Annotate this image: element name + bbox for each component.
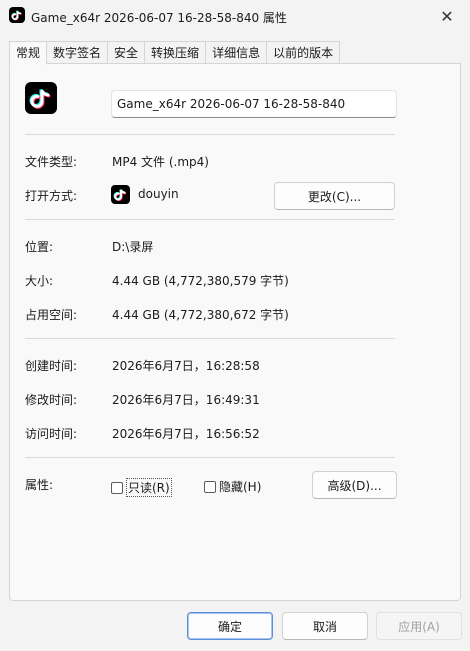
- checkbox-box[interactable]: [111, 481, 123, 494]
- tiktok-logo-icon: [25, 82, 57, 114]
- separator: [25, 457, 395, 458]
- separator: [25, 219, 395, 220]
- readonly-label: 只读(R): [126, 478, 172, 497]
- accessed-label: 访问时间:: [25, 427, 78, 441]
- disk-size-label: 占用空间:: [25, 308, 78, 322]
- attributes-label: 属性:: [25, 478, 54, 492]
- open-with-label: 打开方式:: [25, 189, 78, 203]
- window-title: Game_x64r 2026-06-07 16-28-58-840 属性: [31, 11, 287, 25]
- open-with-app-name: douyin: [138, 187, 179, 201]
- change-button[interactable]: 更改(C)...: [274, 182, 395, 210]
- created-value: 2026年6月7日，16:28:58: [112, 359, 260, 373]
- close-icon: ✕: [440, 6, 454, 26]
- close-button[interactable]: ✕: [424, 0, 470, 32]
- tiktok-logo-icon: [111, 185, 130, 204]
- cancel-button[interactable]: 取消: [282, 612, 368, 640]
- ok-button[interactable]: 确定: [187, 612, 273, 640]
- apply-button: 应用(A): [376, 612, 462, 640]
- accessed-value: 2026年6月7日，16:56:52: [112, 427, 260, 441]
- readonly-checkbox[interactable]: 只读(R): [111, 478, 172, 497]
- size-value: 4.44 GB (4,772,380,579 字节): [112, 274, 289, 288]
- file-name-input[interactable]: [111, 90, 397, 118]
- tab-digital-signatures[interactable]: 数字签名: [47, 41, 109, 64]
- tab-security[interactable]: 安全: [108, 41, 146, 64]
- location-label: 位置:: [25, 240, 54, 254]
- advanced-button[interactable]: 高级(D)...: [312, 471, 397, 499]
- disk-size-value: 4.44 GB (4,772,380,672 字节): [112, 308, 289, 322]
- separator: [25, 134, 395, 135]
- tiktok-logo-icon: [9, 7, 25, 23]
- modified-value: 2026年6月7日，16:49:31: [112, 393, 260, 407]
- general-panel: 文件类型: MP4 文件 (.mp4) 打开方式: douyin 更改(C)..…: [9, 63, 461, 601]
- tab-previous-versions[interactable]: 以前的版本: [267, 41, 341, 64]
- tab-convert-compress[interactable]: 转换压缩: [145, 41, 207, 64]
- modified-label: 修改时间:: [25, 393, 78, 407]
- title-bar: Game_x64r 2026-06-07 16-28-58-840 属性 ✕: [0, 0, 470, 32]
- file-type-label: 文件类型:: [25, 155, 78, 169]
- tab-details[interactable]: 详细信息: [206, 41, 268, 64]
- created-label: 创建时间:: [25, 359, 78, 373]
- tab-general[interactable]: 常规: [9, 41, 48, 65]
- location-value: D:\录屏: [112, 240, 154, 254]
- size-label: 大小:: [25, 274, 54, 288]
- checkbox-box[interactable]: [204, 480, 216, 493]
- separator: [25, 338, 395, 339]
- hidden-checkbox[interactable]: 隐藏(H): [204, 478, 261, 495]
- file-type-value: MP4 文件 (.mp4): [112, 155, 209, 169]
- hidden-label: 隐藏(H): [219, 480, 262, 494]
- tab-strip: 常规 数字签名 安全 转换压缩 详细信息 以前的版本: [9, 41, 341, 65]
